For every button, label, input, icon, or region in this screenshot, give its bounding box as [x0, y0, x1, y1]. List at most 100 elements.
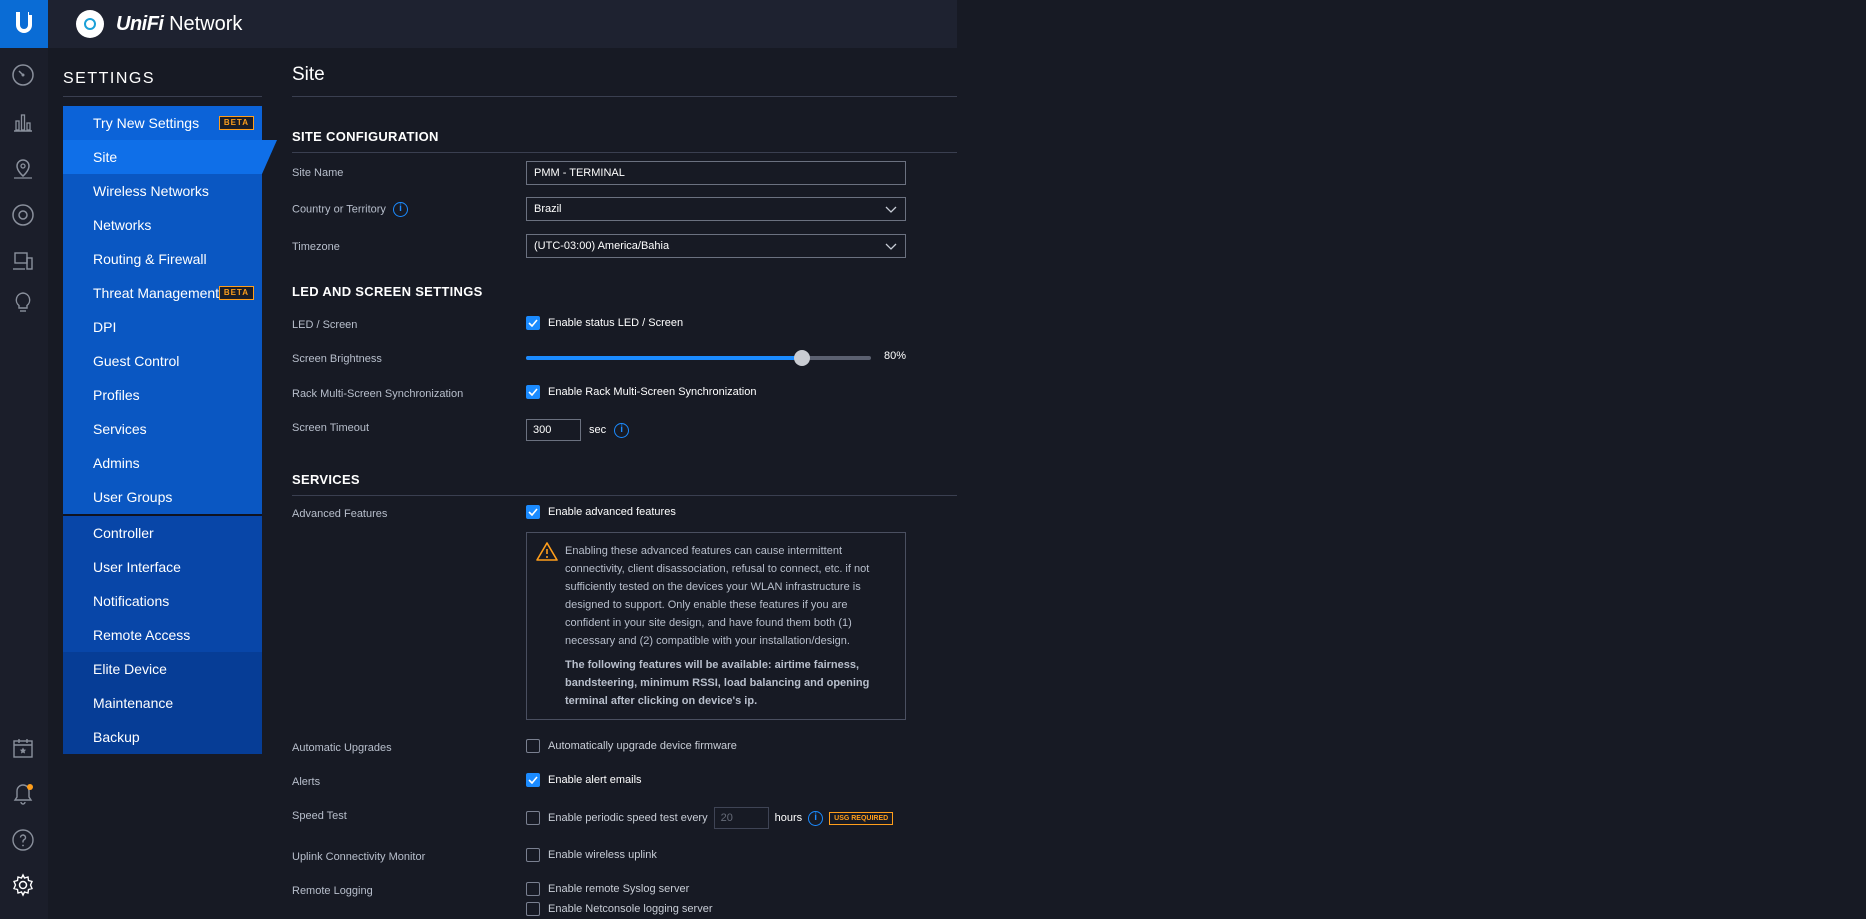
- advanced-features-label: Advanced Features: [292, 508, 388, 520]
- nav-item-label: Routing & Firewall: [93, 251, 207, 267]
- section-led-screen: LED AND SCREEN SETTINGS: [292, 284, 483, 299]
- nav-item-label: Try New Settings: [93, 115, 200, 131]
- uplink-monitor-checkbox-row[interactable]: Enable wireless uplink: [526, 848, 657, 862]
- settings-nav: Try New Settings BETA Site Wireless Netw…: [63, 106, 277, 754]
- automatic-upgrades-checkbox-row[interactable]: Automatically upgrade device firmware: [526, 739, 737, 753]
- site-name-label: Site Name: [292, 167, 344, 179]
- nav-item-guest-control[interactable]: Guest Control: [63, 344, 262, 378]
- nav-item-user-interface[interactable]: User Interface: [63, 550, 262, 584]
- brightness-slider-fill: [526, 356, 802, 360]
- uplink-monitor-checkbox-label: Enable wireless uplink: [548, 849, 657, 861]
- advanced-features-checkbox-label: Enable advanced features: [548, 506, 676, 518]
- nav-item-controller[interactable]: Controller: [63, 516, 262, 550]
- nav-item-networks[interactable]: Networks: [63, 208, 262, 242]
- brightness-slider-handle[interactable]: [794, 350, 810, 366]
- warning-features-text: The following features will be available…: [565, 659, 870, 707]
- nav-item-label: Threat Management: [93, 285, 220, 301]
- settings-heading: SETTINGS: [63, 70, 156, 87]
- devices-icon[interactable]: [10, 202, 36, 228]
- ubiquiti-logo-icon[interactable]: [0, 0, 48, 48]
- automatic-upgrades-checkbox[interactable]: [526, 739, 540, 753]
- brightness-value: 80%: [884, 350, 907, 362]
- speed-test-label: Speed Test: [292, 810, 347, 822]
- insights-icon[interactable]: [10, 289, 36, 315]
- syslog-checkbox-row[interactable]: Enable remote Syslog server: [526, 882, 689, 896]
- timezone-label: Timezone: [292, 241, 340, 253]
- settings-gear-icon[interactable]: [10, 872, 36, 898]
- nav-item-services[interactable]: Services: [63, 412, 262, 446]
- alerts-checkbox[interactable]: [526, 773, 540, 787]
- top-bar: UniFi Network: [48, 0, 957, 48]
- nav-item-try-new-settings[interactable]: Try New Settings BETA: [63, 106, 262, 140]
- nav-item-admins[interactable]: Admins: [63, 446, 262, 480]
- section-site-configuration: SITE CONFIGURATION: [292, 129, 439, 144]
- timezone-select[interactable]: (UTC-03:00) America/Bahia: [526, 234, 906, 258]
- timezone-select-value: (UTC-03:00) America/Bahia: [534, 240, 670, 252]
- speed-test-unit: hours: [774, 812, 803, 824]
- remote-logging-label: Remote Logging: [292, 885, 373, 897]
- screen-timeout-unit: sec: [589, 424, 607, 436]
- led-screen-checkbox[interactable]: [526, 316, 540, 330]
- statistics-icon[interactable]: [10, 109, 36, 135]
- icon-rail: [0, 0, 48, 919]
- map-icon[interactable]: [10, 156, 36, 182]
- country-info-icon[interactable]: i: [393, 202, 408, 217]
- nav-item-label: Guest Control: [93, 353, 180, 369]
- nav-item-profiles[interactable]: Profiles: [63, 378, 262, 412]
- help-icon[interactable]: [10, 827, 36, 853]
- screen-timeout-info-icon[interactable]: i: [614, 422, 630, 438]
- nav-item-label: Notifications: [93, 593, 170, 609]
- nav-item-routing-firewall[interactable]: Routing & Firewall: [63, 242, 262, 276]
- chevron-down-icon: [885, 243, 897, 250]
- advanced-features-checkbox-row[interactable]: Enable advanced features: [526, 505, 676, 519]
- speed-test-info-icon[interactable]: i: [808, 810, 824, 826]
- speed-test-interval-input[interactable]: 20: [713, 807, 769, 829]
- speed-test-checkbox-label: Enable periodic speed test every: [548, 812, 708, 824]
- alerts-checkbox-row[interactable]: Enable alert emails: [526, 773, 642, 787]
- netconsole-checkbox-row[interactable]: Enable Netconsole logging server: [526, 902, 713, 916]
- warning-text: Enabling these advanced features can cau…: [565, 545, 870, 647]
- nav-item-elite-device[interactable]: Elite Device: [63, 652, 262, 686]
- alerts-label: Alerts: [292, 776, 321, 788]
- nav-item-label: DPI: [93, 319, 117, 335]
- brand-unifi: UniFi: [116, 12, 164, 35]
- led-screen-checkbox-label: Enable status LED / Screen: [548, 317, 684, 329]
- nav-item-wireless-networks[interactable]: Wireless Networks: [63, 174, 262, 208]
- clients-icon[interactable]: [10, 248, 36, 274]
- nav-item-maintenance[interactable]: Maintenance: [63, 686, 262, 720]
- netconsole-checkbox[interactable]: [526, 902, 540, 916]
- empty-area: [957, 0, 1866, 919]
- country-select[interactable]: Brazil: [526, 197, 906, 221]
- site-name-input[interactable]: [526, 161, 906, 185]
- beta-badge: BETA: [218, 116, 254, 130]
- brightness-slider[interactable]: 80%: [526, 350, 926, 366]
- unifi-logo-icon: [76, 10, 104, 38]
- led-screen-checkbox-row[interactable]: Enable status LED / Screen: [526, 316, 683, 330]
- nav-item-site[interactable]: Site: [63, 140, 277, 174]
- automatic-upgrades-label: Automatic Upgrades: [292, 742, 392, 754]
- nav-item-user-groups[interactable]: User Groups: [63, 480, 262, 514]
- nav-item-dpi[interactable]: DPI: [63, 310, 262, 344]
- brightness-slider-track[interactable]: [526, 350, 871, 366]
- warning-icon: [536, 542, 558, 561]
- nav-item-label: User Groups: [93, 489, 173, 505]
- syslog-checkbox[interactable]: [526, 882, 540, 896]
- advanced-features-checkbox[interactable]: [526, 505, 540, 519]
- nav-item-label: Elite Device: [93, 661, 167, 677]
- screen-timeout-input[interactable]: 300: [526, 419, 581, 441]
- dashboard-icon[interactable]: [10, 62, 36, 88]
- brightness-label: Screen Brightness: [292, 353, 382, 365]
- nav-item-remote-access[interactable]: Remote Access: [63, 618, 262, 652]
- alerts-bell-icon[interactable]: [10, 781, 36, 807]
- nav-item-notifications[interactable]: Notifications: [63, 584, 262, 618]
- nav-item-backup[interactable]: Backup: [63, 720, 262, 754]
- speed-test-checkbox[interactable]: [526, 811, 540, 825]
- uplink-monitor-checkbox[interactable]: [526, 848, 540, 862]
- advanced-features-warning: Enabling these advanced features can cau…: [526, 532, 906, 720]
- events-calendar-icon[interactable]: [10, 735, 36, 761]
- nav-item-label: User Interface: [93, 559, 181, 575]
- nav-item-threat-management[interactable]: Threat Management BETA: [63, 276, 262, 310]
- speed-test-row: Enable periodic speed test every 20 hour…: [526, 807, 894, 829]
- rack-sync-checkbox[interactable]: [526, 385, 540, 399]
- rack-sync-checkbox-row[interactable]: Enable Rack Multi-Screen Synchronization: [526, 385, 757, 399]
